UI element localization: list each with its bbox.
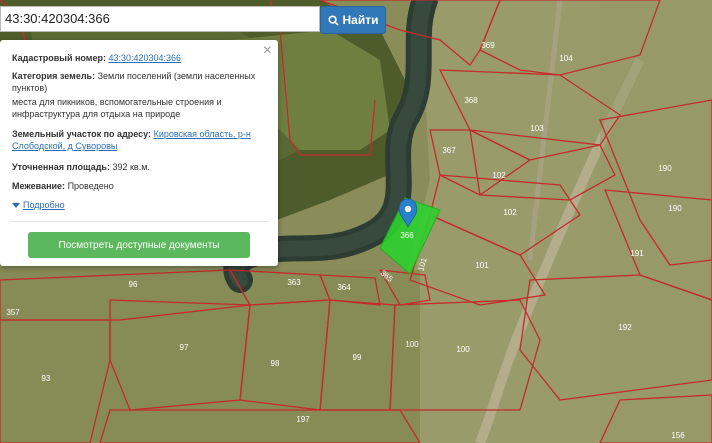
- triangle-down-icon: [12, 202, 20, 208]
- search-icon: [327, 14, 339, 26]
- survey-value: Проведено: [67, 181, 114, 191]
- cadastral-label: Кадастровый номер:: [12, 53, 106, 63]
- area-value: 392 кв.м.: [112, 162, 150, 172]
- parcel-info-popup: × Кадастровый номер: 43:30:420304:366 Ка…: [0, 40, 278, 266]
- cadastral-row: Кадастровый номер: 43:30:420304:366: [12, 52, 268, 64]
- divider: [10, 221, 268, 222]
- category-label: Категория земель:: [12, 71, 96, 81]
- search-input[interactable]: 43:30:420304:366: [0, 6, 320, 32]
- cadastral-link[interactable]: 43:30:420304:366: [108, 53, 181, 63]
- usage-text: места для пикников, вспомогательные стро…: [12, 97, 222, 119]
- address-label: Земельный участок по адресу:: [12, 129, 152, 139]
- survey-label: Межевание:: [12, 181, 66, 191]
- area-row: Уточненная площадь: 392 кв.м.: [12, 161, 268, 173]
- category-row: Категория земель: Земли поселений (земли…: [12, 70, 268, 94]
- address-row: Земельный участок по адресу: Кировская о…: [12, 128, 268, 152]
- search-button[interactable]: Найти: [320, 6, 386, 34]
- details-toggle[interactable]: Подробно: [12, 200, 65, 210]
- view-documents-button[interactable]: Посмотреть доступные документы: [28, 232, 250, 258]
- search-button-label: Найти: [342, 13, 379, 27]
- area-label: Уточненная площадь:: [12, 162, 110, 172]
- details-label: Подробно: [23, 200, 65, 210]
- survey-row: Межевание: Проведено: [12, 180, 268, 192]
